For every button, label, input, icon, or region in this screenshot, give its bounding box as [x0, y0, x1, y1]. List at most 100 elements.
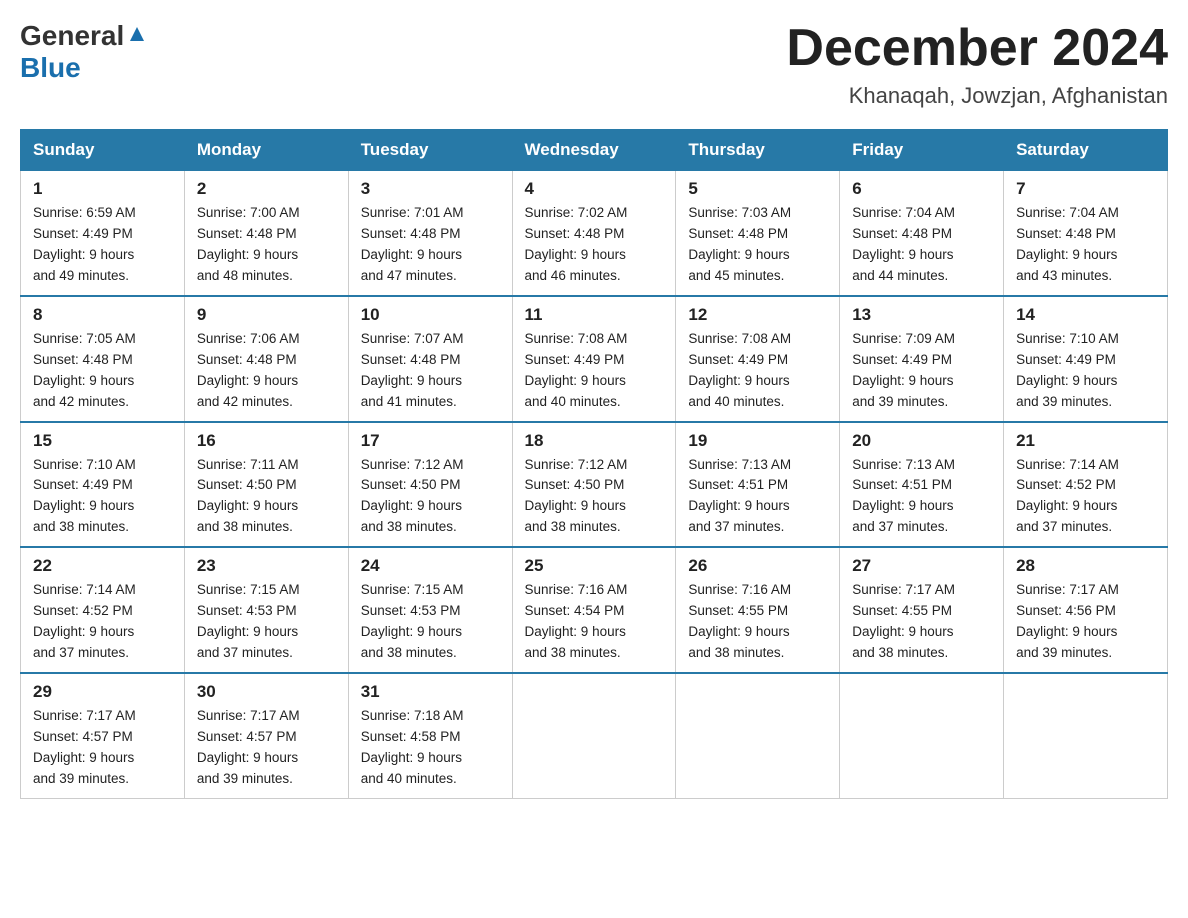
- day-cell: 3 Sunrise: 7:01 AM Sunset: 4:48 PM Dayli…: [348, 171, 512, 296]
- day-cell: 4 Sunrise: 7:02 AM Sunset: 4:48 PM Dayli…: [512, 171, 676, 296]
- day-number: 17: [361, 431, 500, 451]
- day-info: Sunrise: 7:12 AM Sunset: 4:50 PM Dayligh…: [525, 455, 664, 539]
- day-cell: 20 Sunrise: 7:13 AM Sunset: 4:51 PM Dayl…: [840, 422, 1004, 548]
- day-cell: [676, 673, 840, 798]
- day-number: 13: [852, 305, 991, 325]
- day-number: 19: [688, 431, 827, 451]
- day-cell: 29 Sunrise: 7:17 AM Sunset: 4:57 PM Dayl…: [21, 673, 185, 798]
- day-number: 7: [1016, 179, 1155, 199]
- day-number: 27: [852, 556, 991, 576]
- day-info: Sunrise: 7:15 AM Sunset: 4:53 PM Dayligh…: [197, 580, 336, 664]
- day-cell: 15 Sunrise: 7:10 AM Sunset: 4:49 PM Dayl…: [21, 422, 185, 548]
- day-info: Sunrise: 7:02 AM Sunset: 4:48 PM Dayligh…: [525, 203, 664, 287]
- page-header: General Blue December 2024 Khanaqah, Jow…: [20, 20, 1168, 109]
- day-cell: 18 Sunrise: 7:12 AM Sunset: 4:50 PM Dayl…: [512, 422, 676, 548]
- week-row-3: 15 Sunrise: 7:10 AM Sunset: 4:49 PM Dayl…: [21, 422, 1168, 548]
- logo-general: General: [20, 20, 124, 52]
- day-number: 8: [33, 305, 172, 325]
- day-info: Sunrise: 7:17 AM Sunset: 4:56 PM Dayligh…: [1016, 580, 1155, 664]
- day-number: 21: [1016, 431, 1155, 451]
- week-row-4: 22 Sunrise: 7:14 AM Sunset: 4:52 PM Dayl…: [21, 547, 1168, 673]
- day-cell: 14 Sunrise: 7:10 AM Sunset: 4:49 PM Dayl…: [1004, 296, 1168, 422]
- header-wednesday: Wednesday: [512, 130, 676, 171]
- day-cell: 21 Sunrise: 7:14 AM Sunset: 4:52 PM Dayl…: [1004, 422, 1168, 548]
- day-info: Sunrise: 7:03 AM Sunset: 4:48 PM Dayligh…: [688, 203, 827, 287]
- day-info: Sunrise: 7:15 AM Sunset: 4:53 PM Dayligh…: [361, 580, 500, 664]
- day-info: Sunrise: 7:17 AM Sunset: 4:57 PM Dayligh…: [33, 706, 172, 790]
- day-cell: 11 Sunrise: 7:08 AM Sunset: 4:49 PM Dayl…: [512, 296, 676, 422]
- day-cell: 27 Sunrise: 7:17 AM Sunset: 4:55 PM Dayl…: [840, 547, 1004, 673]
- day-cell: 22 Sunrise: 7:14 AM Sunset: 4:52 PM Dayl…: [21, 547, 185, 673]
- day-info: Sunrise: 7:05 AM Sunset: 4:48 PM Dayligh…: [33, 329, 172, 413]
- day-number: 24: [361, 556, 500, 576]
- day-info: Sunrise: 7:16 AM Sunset: 4:55 PM Dayligh…: [688, 580, 827, 664]
- day-number: 6: [852, 179, 991, 199]
- day-cell: 9 Sunrise: 7:06 AM Sunset: 4:48 PM Dayli…: [184, 296, 348, 422]
- day-number: 23: [197, 556, 336, 576]
- day-number: 5: [688, 179, 827, 199]
- week-row-1: 1 Sunrise: 6:59 AM Sunset: 4:49 PM Dayli…: [21, 171, 1168, 296]
- day-number: 15: [33, 431, 172, 451]
- day-number: 2: [197, 179, 336, 199]
- day-info: Sunrise: 7:16 AM Sunset: 4:54 PM Dayligh…: [525, 580, 664, 664]
- day-cell: 13 Sunrise: 7:09 AM Sunset: 4:49 PM Dayl…: [840, 296, 1004, 422]
- day-number: 16: [197, 431, 336, 451]
- day-number: 9: [197, 305, 336, 325]
- day-cell: 17 Sunrise: 7:12 AM Sunset: 4:50 PM Dayl…: [348, 422, 512, 548]
- location-title: Khanaqah, Jowzjan, Afghanistan: [786, 83, 1168, 109]
- day-number: 31: [361, 682, 500, 702]
- day-info: Sunrise: 7:17 AM Sunset: 4:55 PM Dayligh…: [852, 580, 991, 664]
- day-info: Sunrise: 7:14 AM Sunset: 4:52 PM Dayligh…: [1016, 455, 1155, 539]
- day-cell: 2 Sunrise: 7:00 AM Sunset: 4:48 PM Dayli…: [184, 171, 348, 296]
- day-cell: 25 Sunrise: 7:16 AM Sunset: 4:54 PM Dayl…: [512, 547, 676, 673]
- day-number: 14: [1016, 305, 1155, 325]
- day-info: Sunrise: 7:13 AM Sunset: 4:51 PM Dayligh…: [852, 455, 991, 539]
- day-cell: 6 Sunrise: 7:04 AM Sunset: 4:48 PM Dayli…: [840, 171, 1004, 296]
- calendar-table: Sunday Monday Tuesday Wednesday Thursday…: [20, 129, 1168, 798]
- day-info: Sunrise: 7:00 AM Sunset: 4:48 PM Dayligh…: [197, 203, 336, 287]
- day-number: 1: [33, 179, 172, 199]
- day-info: Sunrise: 7:11 AM Sunset: 4:50 PM Dayligh…: [197, 455, 336, 539]
- day-cell: 7 Sunrise: 7:04 AM Sunset: 4:48 PM Dayli…: [1004, 171, 1168, 296]
- day-cell: 24 Sunrise: 7:15 AM Sunset: 4:53 PM Dayl…: [348, 547, 512, 673]
- day-info: Sunrise: 7:14 AM Sunset: 4:52 PM Dayligh…: [33, 580, 172, 664]
- day-info: Sunrise: 7:17 AM Sunset: 4:57 PM Dayligh…: [197, 706, 336, 790]
- day-info: Sunrise: 7:09 AM Sunset: 4:49 PM Dayligh…: [852, 329, 991, 413]
- day-cell: 30 Sunrise: 7:17 AM Sunset: 4:57 PM Dayl…: [184, 673, 348, 798]
- day-info: Sunrise: 7:13 AM Sunset: 4:51 PM Dayligh…: [688, 455, 827, 539]
- header-tuesday: Tuesday: [348, 130, 512, 171]
- day-cell: [1004, 673, 1168, 798]
- day-cell: 10 Sunrise: 7:07 AM Sunset: 4:48 PM Dayl…: [348, 296, 512, 422]
- header-thursday: Thursday: [676, 130, 840, 171]
- day-info: Sunrise: 7:01 AM Sunset: 4:48 PM Dayligh…: [361, 203, 500, 287]
- day-number: 10: [361, 305, 500, 325]
- day-cell: 31 Sunrise: 7:18 AM Sunset: 4:58 PM Dayl…: [348, 673, 512, 798]
- day-info: Sunrise: 7:06 AM Sunset: 4:48 PM Dayligh…: [197, 329, 336, 413]
- day-number: 29: [33, 682, 172, 702]
- day-number: 11: [525, 305, 664, 325]
- day-info: Sunrise: 7:10 AM Sunset: 4:49 PM Dayligh…: [33, 455, 172, 539]
- header-sunday: Sunday: [21, 130, 185, 171]
- day-number: 12: [688, 305, 827, 325]
- day-number: 30: [197, 682, 336, 702]
- day-number: 4: [525, 179, 664, 199]
- day-info: Sunrise: 6:59 AM Sunset: 4:49 PM Dayligh…: [33, 203, 172, 287]
- title-area: December 2024 Khanaqah, Jowzjan, Afghani…: [786, 20, 1168, 109]
- day-number: 25: [525, 556, 664, 576]
- day-cell: 12 Sunrise: 7:08 AM Sunset: 4:49 PM Dayl…: [676, 296, 840, 422]
- day-info: Sunrise: 7:12 AM Sunset: 4:50 PM Dayligh…: [361, 455, 500, 539]
- day-number: 26: [688, 556, 827, 576]
- day-info: Sunrise: 7:08 AM Sunset: 4:49 PM Dayligh…: [525, 329, 664, 413]
- day-cell: 8 Sunrise: 7:05 AM Sunset: 4:48 PM Dayli…: [21, 296, 185, 422]
- day-number: 22: [33, 556, 172, 576]
- day-cell: 23 Sunrise: 7:15 AM Sunset: 4:53 PM Dayl…: [184, 547, 348, 673]
- header-saturday: Saturday: [1004, 130, 1168, 171]
- header-friday: Friday: [840, 130, 1004, 171]
- week-row-2: 8 Sunrise: 7:05 AM Sunset: 4:48 PM Dayli…: [21, 296, 1168, 422]
- day-info: Sunrise: 7:08 AM Sunset: 4:49 PM Dayligh…: [688, 329, 827, 413]
- day-info: Sunrise: 7:04 AM Sunset: 4:48 PM Dayligh…: [852, 203, 991, 287]
- header-monday: Monday: [184, 130, 348, 171]
- day-number: 3: [361, 179, 500, 199]
- day-cell: 1 Sunrise: 6:59 AM Sunset: 4:49 PM Dayli…: [21, 171, 185, 296]
- day-number: 28: [1016, 556, 1155, 576]
